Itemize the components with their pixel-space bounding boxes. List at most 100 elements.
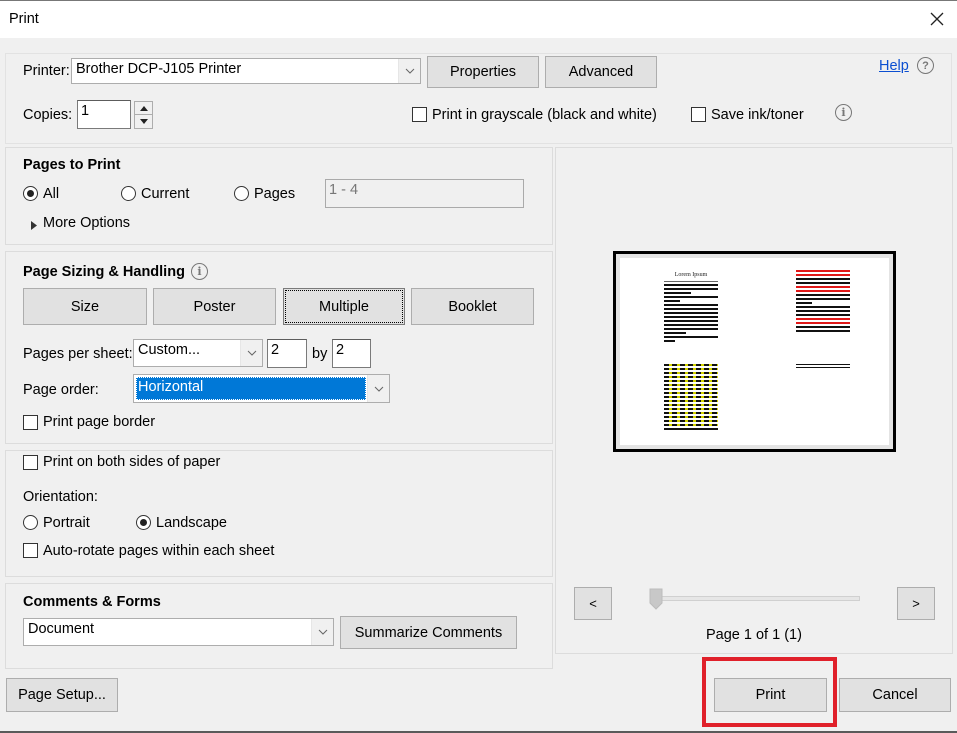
radio-portrait[interactable] xyxy=(23,515,38,530)
both-sides-label: Print on both sides of paper xyxy=(43,454,221,470)
stepper-down-icon[interactable] xyxy=(135,115,152,128)
print-button[interactable]: Print xyxy=(714,678,827,712)
text-line xyxy=(664,300,681,302)
page-sizing-heading: Page Sizing & Handling xyxy=(23,264,185,280)
radio-landscape[interactable] xyxy=(136,515,151,530)
help-link[interactable]: Help xyxy=(879,58,909,74)
stepper-up-icon[interactable] xyxy=(135,102,152,115)
more-options-toggle[interactable]: More Options xyxy=(43,215,130,231)
copies-stepper[interactable] xyxy=(134,101,153,129)
cancel-button[interactable]: Cancel xyxy=(839,678,951,712)
text-line xyxy=(796,322,850,324)
pages-per-sheet-rows-input[interactable]: 2 xyxy=(332,339,371,368)
text-line xyxy=(664,388,718,390)
radio-all[interactable] xyxy=(23,186,38,201)
text-line xyxy=(796,282,850,284)
text-line xyxy=(664,376,718,378)
text-line xyxy=(664,288,718,290)
comments-forms-select[interactable]: Document xyxy=(23,618,334,646)
text-line xyxy=(664,412,718,414)
text-line xyxy=(796,306,850,308)
page-setup-button[interactable]: Page Setup... xyxy=(6,678,118,712)
page-slider-thumb[interactable] xyxy=(649,588,663,610)
auto-rotate-label: Auto-rotate pages within each sheet xyxy=(43,543,275,559)
both-sides-checkbox[interactable] xyxy=(23,455,38,470)
text-line xyxy=(796,310,850,312)
pages-per-sheet-select[interactable]: Custom... xyxy=(133,339,263,367)
window-title: Print xyxy=(9,11,39,27)
cols-value: 2 xyxy=(271,342,280,358)
text-line xyxy=(664,428,718,430)
text-line xyxy=(664,384,718,386)
text-line xyxy=(664,316,718,318)
auto-rotate-checkbox[interactable] xyxy=(23,543,38,558)
pages-per-sheet-label: Pages per sheet: xyxy=(23,346,133,362)
pages-range-input[interactable]: 1 - 4 xyxy=(325,179,524,208)
text-line xyxy=(664,328,718,330)
radio-pages-label: Pages xyxy=(254,186,296,202)
rows-value: 2 xyxy=(336,342,345,358)
mode-poster-button[interactable]: Poster xyxy=(153,288,276,325)
text-line xyxy=(664,292,691,294)
preview-page-4 xyxy=(796,364,850,370)
page-order-select[interactable]: Horizontal xyxy=(133,374,390,403)
text-line xyxy=(664,332,686,334)
text-line xyxy=(664,336,718,338)
text-line xyxy=(664,404,718,406)
preview-page-3 xyxy=(664,364,718,432)
text-line xyxy=(664,400,718,402)
printer-label: Printer: xyxy=(23,63,70,79)
text-line xyxy=(664,416,718,418)
help-icon[interactable]: ? xyxy=(917,57,934,74)
expand-triangle-icon[interactable] xyxy=(31,218,37,234)
print-border-label: Print page border xyxy=(43,414,156,430)
title-bar: Print xyxy=(0,0,957,38)
text-line xyxy=(796,367,850,368)
text-line xyxy=(796,274,850,276)
text-line xyxy=(796,290,850,292)
next-page-button[interactable]: > xyxy=(897,587,935,620)
chevron-down-icon xyxy=(311,619,333,645)
copies-label: Copies: xyxy=(23,107,73,123)
text-line xyxy=(664,408,718,410)
info-icon[interactable]: i xyxy=(191,263,208,280)
text-line xyxy=(664,372,718,374)
print-preview: Lorem Ipsum xyxy=(613,251,896,452)
properties-button[interactable]: Properties xyxy=(427,56,539,88)
text-line xyxy=(664,312,718,314)
info-icon[interactable]: i xyxy=(835,104,852,121)
page-slider-track[interactable] xyxy=(650,596,860,601)
text-line xyxy=(796,318,850,320)
preview-page-2 xyxy=(796,270,850,334)
pages-per-sheet-value: Custom... xyxy=(138,342,201,358)
close-icon[interactable] xyxy=(927,9,947,29)
chevron-down-icon xyxy=(240,340,262,366)
radio-pages[interactable] xyxy=(234,186,249,201)
save-ink-checkbox[interactable] xyxy=(691,107,706,122)
pages-to-print-heading: Pages to Print xyxy=(23,157,121,173)
mode-booklet-button[interactable]: Booklet xyxy=(411,288,534,325)
text-line xyxy=(796,326,850,328)
text-line xyxy=(796,314,850,316)
text-line xyxy=(664,420,718,422)
preview-page-title: Lorem Ipsum xyxy=(674,272,708,278)
prev-page-button[interactable]: < xyxy=(574,587,612,620)
comments-forms-heading: Comments & Forms xyxy=(23,594,161,610)
grayscale-checkbox[interactable] xyxy=(412,107,427,122)
copies-input[interactable]: 1 xyxy=(77,100,131,129)
pages-per-sheet-cols-input[interactable]: 2 xyxy=(267,339,307,368)
text-line xyxy=(664,324,718,326)
radio-current[interactable] xyxy=(121,186,136,201)
text-line xyxy=(664,304,718,306)
page-order-value: Horizontal xyxy=(138,379,204,395)
mode-multiple-button[interactable]: Multiple xyxy=(283,288,405,325)
printer-select[interactable]: Brother DCP-J105 Printer xyxy=(71,58,421,84)
mode-size-button[interactable]: Size xyxy=(23,288,147,325)
chevron-down-icon xyxy=(398,59,420,83)
summarize-comments-button[interactable]: Summarize Comments xyxy=(340,616,517,649)
print-border-checkbox[interactable] xyxy=(23,415,38,430)
advanced-button[interactable]: Advanced xyxy=(545,56,657,88)
text-line xyxy=(796,294,850,296)
text-line xyxy=(796,302,813,304)
preview-paper: Lorem Ipsum xyxy=(620,258,889,445)
